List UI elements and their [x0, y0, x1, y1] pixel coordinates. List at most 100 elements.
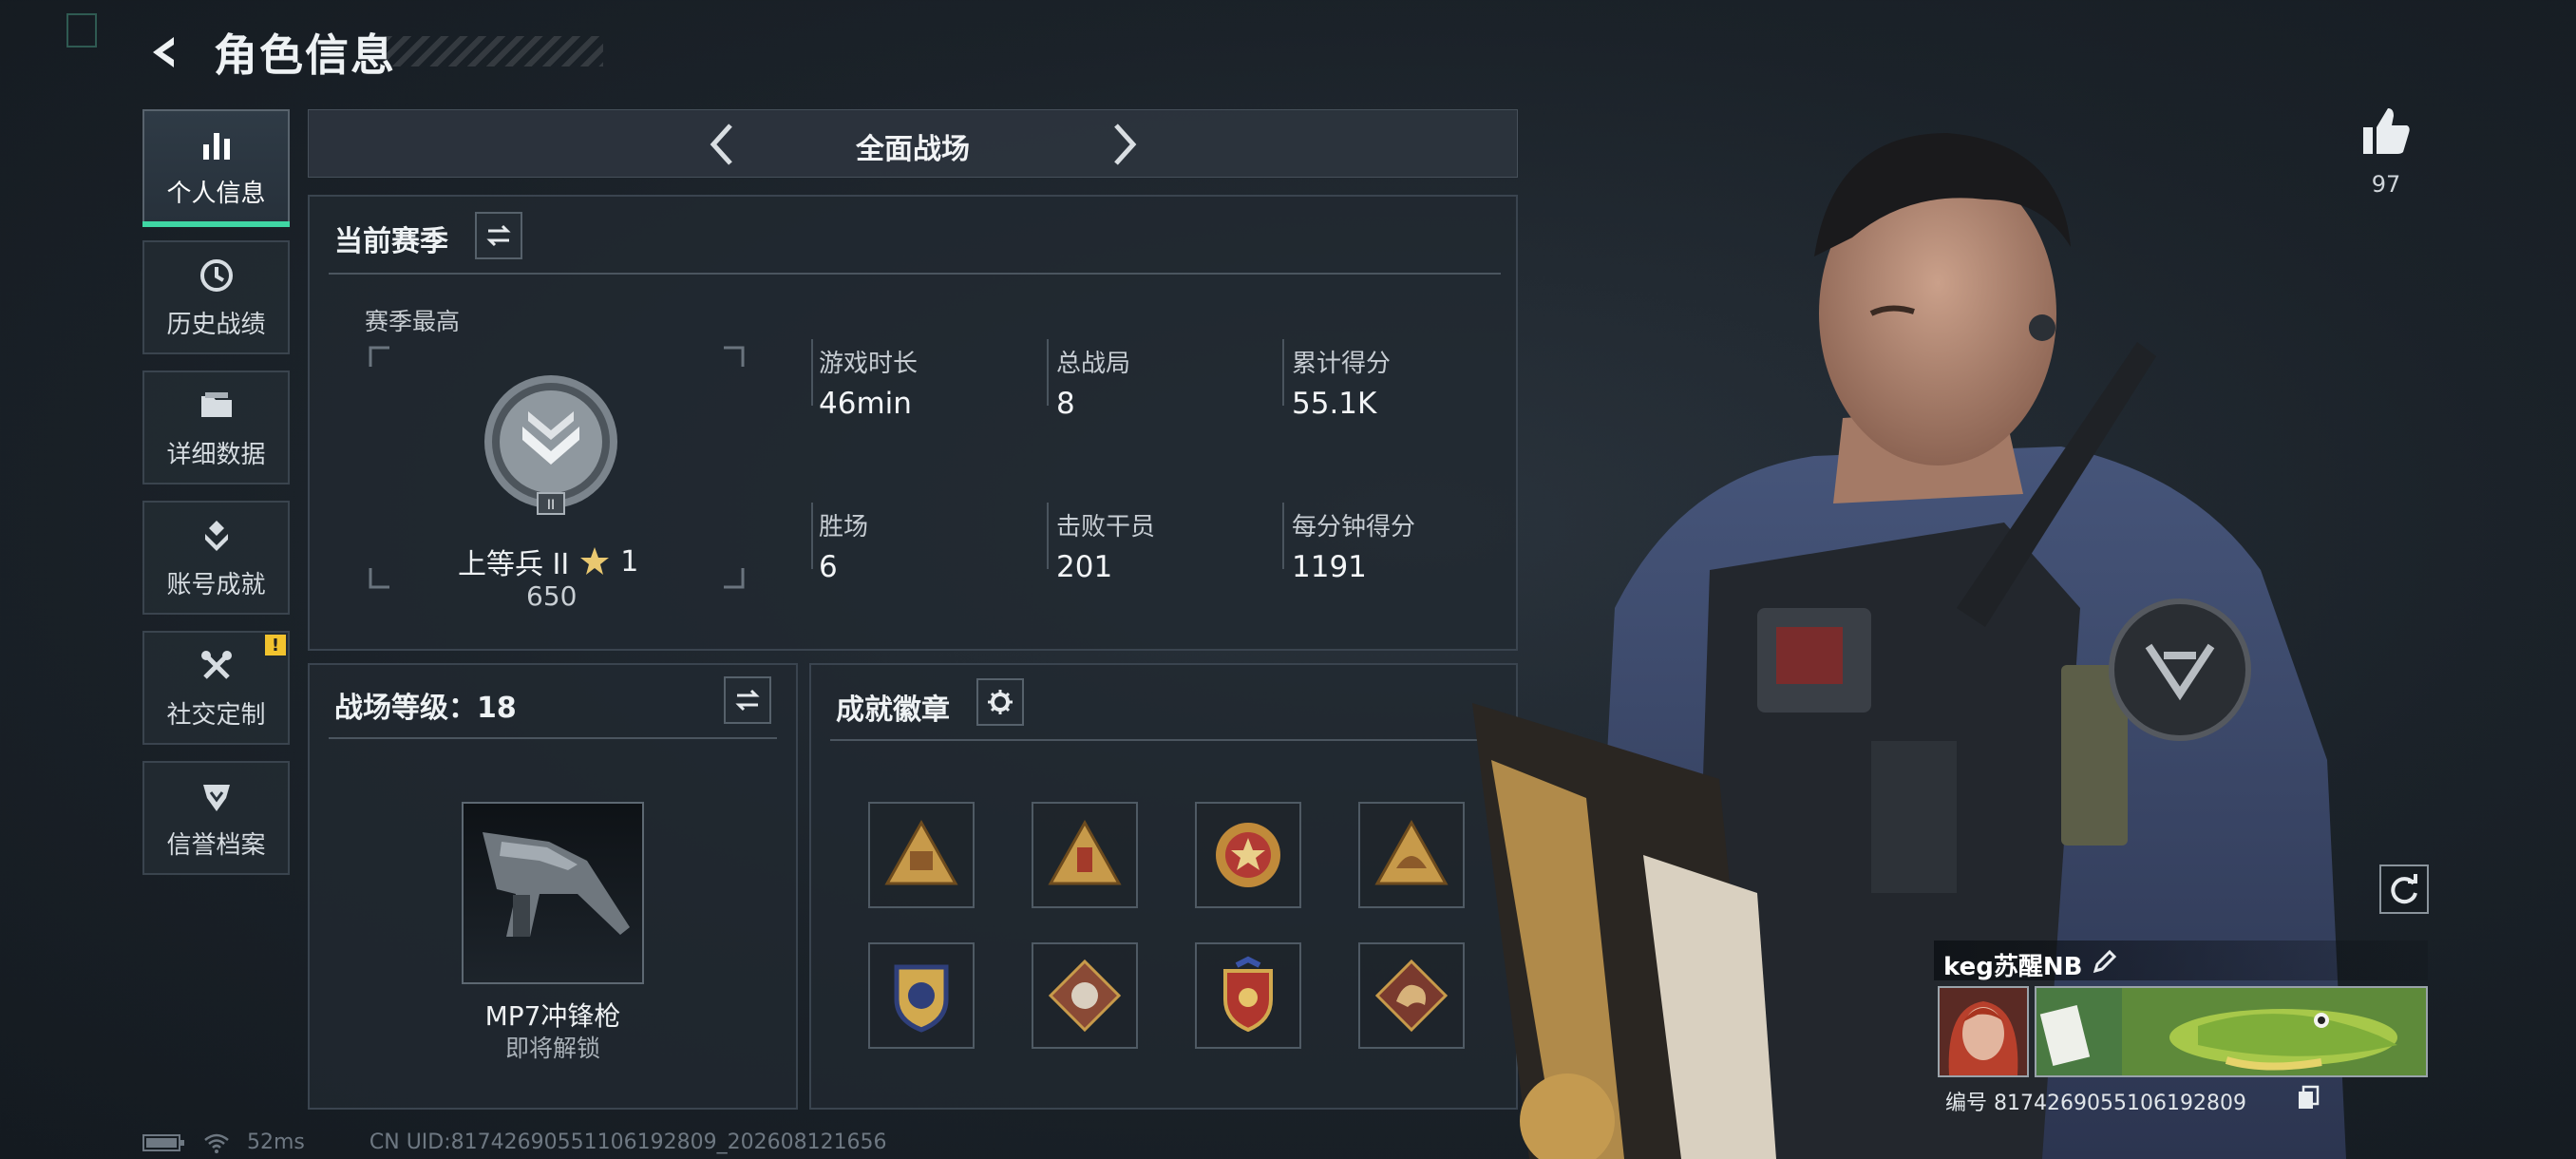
level-title: 战场等级：18 [334, 692, 517, 725]
rank-line: 上等兵 II 1 [458, 541, 638, 582]
namecard-banner[interactable] [2035, 986, 2428, 1077]
badge-slot[interactable] [868, 802, 975, 908]
weapon-status: 即将解锁 [504, 1035, 600, 1062]
notification-badge: ! [265, 635, 286, 656]
triangle-medal-icon [884, 819, 958, 885]
back-arrow-icon [153, 37, 174, 67]
achievement-badges-panel: 成就徽章 [809, 663, 1518, 1110]
divider [329, 737, 777, 739]
nav-label: 个人信息 [166, 179, 266, 208]
stat-value: 1191 [1292, 550, 1367, 584]
nav-item-personal-info[interactable]: 个人信息 [142, 109, 290, 227]
like-count: 97 [2371, 171, 2401, 198]
stat-value: 201 [1056, 550, 1113, 584]
divider [1047, 339, 1049, 406]
shield-medal-icon [894, 964, 949, 1033]
swap-icon [486, 224, 511, 247]
nav-item-achievements[interactable]: 账号成就 [142, 501, 290, 615]
season-panel: 当前赛季 赛季最高 II 上等兵 II 1 650 游戏时长 46min 总战局… [308, 195, 1518, 651]
badges-title: 成就徽章 [836, 694, 950, 727]
badge-slot[interactable] [1195, 942, 1301, 1049]
stat-label: 击败干员 [1056, 513, 1156, 542]
star-icon [580, 547, 610, 575]
divider [811, 339, 813, 406]
divider [830, 739, 1501, 741]
ping: 52ms [247, 1130, 305, 1154]
divider [1282, 339, 1284, 406]
nav-item-social-custom[interactable]: ! 社交定制 [142, 631, 290, 745]
rotate-character-button[interactable] [2379, 864, 2429, 914]
triangle-medal-icon [1048, 819, 1122, 885]
player-id: 编号 817426905510619280​9 [1945, 1092, 2246, 1115]
season-switch-button[interactable] [475, 212, 522, 259]
stat-label: 胜场 [819, 513, 869, 542]
triangle-medal-icon [1374, 819, 1449, 885]
smg-icon [483, 832, 630, 937]
avatar[interactable] [1938, 986, 2029, 1077]
gear-icon [988, 690, 1013, 714]
badge-slot[interactable] [1032, 942, 1138, 1049]
stat-label: 每分钟得分 [1292, 513, 1416, 542]
weapon-image[interactable] [462, 802, 644, 984]
refresh-icon [2391, 874, 2417, 904]
stat-value: 8 [1056, 387, 1075, 421]
stat-value: 46min [819, 387, 912, 421]
page-title: 角色信息 [214, 29, 396, 81]
stat-value: 6 [819, 550, 838, 584]
corner-decoration [66, 13, 97, 48]
rank-name: 上等兵 II [458, 548, 570, 581]
uid-text: CN UID:8174269055110619280​9_20260812165… [369, 1130, 887, 1154]
achievement-icon [197, 516, 237, 556]
badges-settings-button[interactable] [976, 678, 1024, 726]
badge-slot[interactable] [1358, 942, 1465, 1049]
mode-selector: 全面战场 [308, 109, 1518, 178]
stat-value: 55.1K [1292, 387, 1377, 421]
chevron-right-icon [1114, 124, 1137, 165]
status-bar: 52ms CN UID:8174269055110619280​9_202608… [142, 1130, 887, 1154]
player-name: keg苏醒NB [1943, 953, 2083, 981]
divider [329, 273, 1501, 275]
shield-medal-icon [1223, 956, 1273, 1033]
stat-label: 总战局 [1056, 350, 1131, 378]
svg-text:II: II [547, 498, 555, 513]
swap-icon [735, 689, 760, 712]
mode-name: 全面战场 [856, 133, 970, 166]
folder-icon [197, 386, 237, 426]
season-title: 当前赛季 [334, 225, 448, 258]
nav-label: 历史战绩 [166, 310, 266, 339]
rank-emblem-icon: II [481, 373, 621, 525]
mode-next-button[interactable] [1097, 118, 1148, 171]
nav-label: 账号成就 [166, 570, 266, 599]
wifi-icon [204, 1133, 229, 1153]
copy-icon[interactable] [2297, 1085, 2320, 1110]
rank-stars: 1 [620, 544, 639, 579]
badge-slot[interactable] [1195, 802, 1301, 908]
badge-slot[interactable] [1358, 802, 1465, 908]
nav-item-credit-record[interactable]: 信誉档案 [142, 761, 290, 875]
nav-item-detail-data[interactable]: 详细数据 [142, 370, 290, 484]
nav-label: 社交定制 [166, 700, 266, 730]
divider [1047, 503, 1049, 569]
thumbs-up-icon[interactable] [2358, 103, 2415, 160]
badge-slot[interactable] [1032, 802, 1138, 908]
credit-icon [197, 776, 237, 816]
badge-slot[interactable] [868, 942, 975, 1049]
title-decoration [385, 36, 603, 66]
nav-label: 信誉档案 [166, 830, 266, 860]
divider [1282, 503, 1284, 569]
battery-icon [142, 1133, 184, 1151]
level-switch-button[interactable] [724, 676, 771, 724]
bar-chart-icon [197, 124, 237, 164]
stat-label: 游戏时长 [819, 350, 919, 378]
history-icon [197, 256, 237, 295]
wrench-icon [197, 646, 237, 686]
battlefield-level-panel: 战场等级：18 MP7冲锋枪 即将解锁 [308, 663, 798, 1110]
weapon-name: MP7冲锋枪 [484, 1000, 621, 1032]
rank-points: 650 [526, 580, 578, 612]
season-best-label: 赛季最高 [365, 308, 461, 335]
edit-name-icon[interactable] [2092, 948, 2118, 975]
back-button[interactable] [142, 28, 190, 76]
nav-item-history[interactable]: 历史战绩 [142, 240, 290, 354]
nav-label: 详细数据 [166, 440, 266, 469]
divider [811, 503, 813, 569]
